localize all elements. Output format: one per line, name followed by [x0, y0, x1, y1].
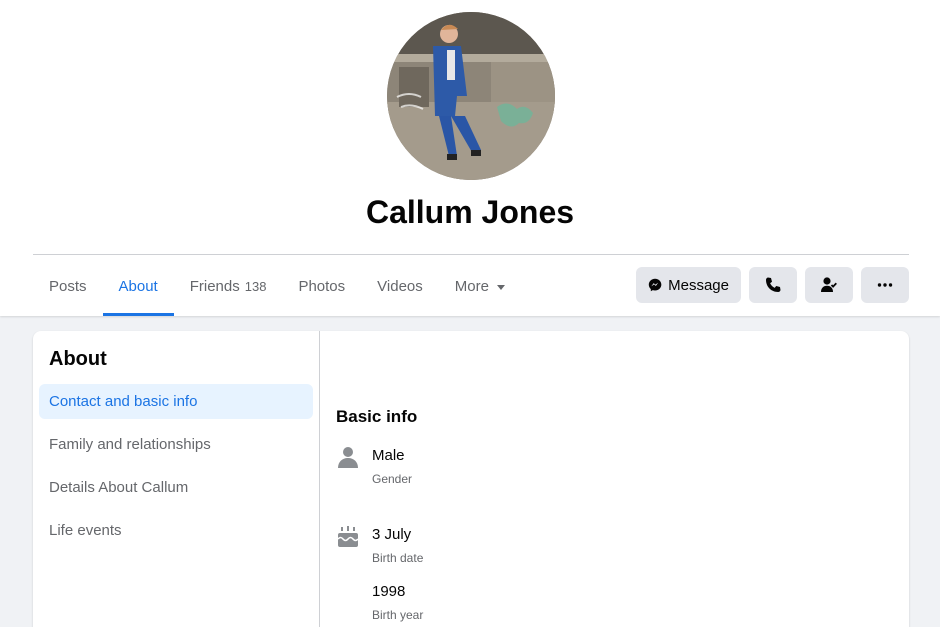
more-options-button[interactable]	[861, 267, 909, 303]
tab-photos-label: Photos	[298, 277, 346, 295]
sidebar-item-label: Family and relationships	[49, 436, 211, 453]
tab-photos[interactable]: Photos	[282, 256, 361, 316]
sidebar-item-details-about[interactable]: Details About Callum	[39, 470, 313, 505]
birth-date-value: 3 July	[372, 526, 412, 543]
friends-status-button[interactable]	[805, 267, 853, 303]
birth-year-label: Birth year	[372, 608, 424, 622]
phone-icon	[766, 277, 781, 292]
about-content: Basic info Male Gender 3 July Birth date…	[320, 331, 909, 627]
friend-check-icon	[821, 277, 837, 292]
sidebar-item-life-events[interactable]: Life events	[39, 513, 313, 548]
profile-avatar[interactable]	[387, 12, 555, 180]
tab-friends-label: Friends	[189, 277, 240, 295]
profile-photo-image	[387, 12, 555, 180]
sidebar-item-label: Contact and basic info	[49, 393, 198, 410]
profile-header: Callum Jones Posts About Friends 138 Phot…	[0, 0, 940, 316]
profile-name: Callum Jones	[365, 194, 575, 230]
sidebar-item-family-relationships[interactable]: Family and relationships	[39, 427, 313, 462]
tab-more[interactable]: More	[439, 256, 521, 316]
birthday-cake-icon	[337, 526, 359, 547]
call-button[interactable]	[749, 267, 797, 303]
person-icon	[338, 447, 358, 468]
sidebar-item-contact-basic-info[interactable]: Contact and basic info	[39, 384, 313, 419]
gender-label: Gender	[372, 472, 413, 486]
basic-info-title: Basic info	[336, 407, 418, 426]
gender-value: Male	[372, 447, 405, 464]
profile-actions: Message	[636, 267, 909, 303]
tab-friends[interactable]: Friends 138	[174, 256, 283, 316]
birth-year-value: 1998	[372, 583, 406, 600]
tab-posts[interactable]: Posts	[33, 256, 103, 316]
about-title: About	[49, 348, 107, 370]
birth-date-label: Birth date	[372, 551, 424, 565]
messenger-icon	[648, 278, 662, 292]
header-divider	[33, 254, 909, 255]
sidebar-item-label: Life events	[49, 522, 122, 539]
caret-down-icon	[496, 284, 505, 290]
message-button[interactable]: Message	[636, 267, 741, 303]
profile-tabs: Posts About Friends 138 Photos Videos Mor…	[33, 256, 521, 316]
tab-about-label: About	[118, 277, 158, 295]
about-sidebar: About Contact and basic info Family and …	[33, 331, 320, 627]
message-button-label: Message	[668, 276, 729, 294]
tab-about[interactable]: About	[102, 256, 174, 316]
tab-posts-label: Posts	[49, 277, 87, 295]
ellipsis-icon	[877, 283, 893, 287]
friends-count: 138	[244, 278, 267, 294]
about-card: About Contact and basic info Family and …	[33, 331, 909, 627]
tab-more-label: More	[454, 277, 489, 295]
tab-videos[interactable]: Videos	[361, 256, 439, 316]
sidebar-item-label: Details About Callum	[49, 479, 189, 496]
tab-videos-label: Videos	[377, 277, 423, 295]
